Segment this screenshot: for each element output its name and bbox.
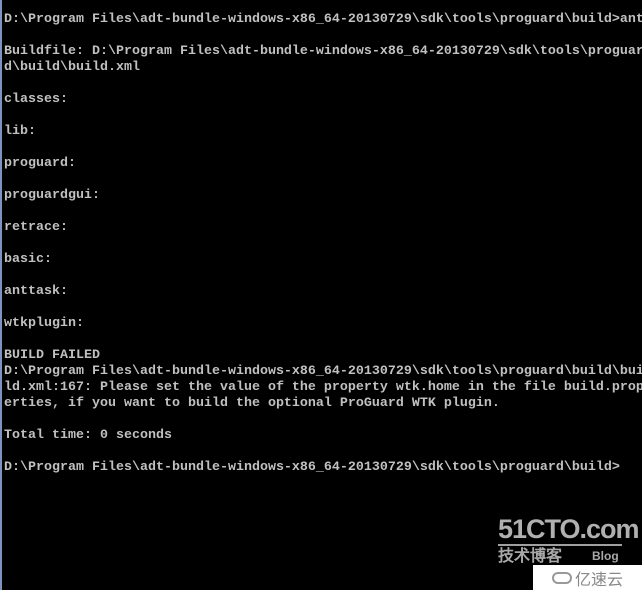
watermark-logo: 51CTO.com — [498, 514, 640, 544]
console-line: anttask: — [4, 284, 68, 299]
console-line: erties, if you want to build the optiona… — [4, 396, 500, 411]
watermark-51cto: 51CTO.com 技术博客 Blog — [498, 514, 640, 566]
console-line: lib: — [4, 124, 36, 139]
watermark-yisu-text: 亿速云 — [574, 569, 623, 589]
console-line: D:\Program Files\adt-bundle-windows-x86_… — [4, 364, 642, 379]
console-line: proguard: — [4, 156, 76, 171]
console-line: proguardgui: — [4, 188, 100, 203]
console-line: classes: — [4, 92, 68, 107]
console-line: D:\Program Files\adt-bundle-windows-x86_… — [4, 12, 642, 27]
cloud-icon — [551, 571, 572, 584]
watermark-blog: Blog — [592, 549, 619, 563]
console-line: Total time: 0 seconds — [4, 428, 172, 443]
watermark-yisu: 亿速云 — [533, 565, 642, 590]
console-line: D:\Program Files\adt-bundle-windows-x86_… — [4, 460, 620, 475]
console-line: BUILD FAILED — [4, 348, 100, 363]
console-line: Buildfile: D:\Program Files\adt-bundle-w… — [4, 44, 642, 59]
console-line: basic: — [4, 252, 52, 267]
console-window[interactable]: D:\Program Files\adt-bundle-windows-x86_… — [0, 0, 642, 590]
console-line: ld.xml:167: Please set the value of the … — [4, 380, 642, 395]
console-line: d\build\build.xml — [4, 60, 140, 75]
watermark-divider — [498, 544, 622, 546]
console-line: retrace: — [4, 220, 68, 235]
console-output: D:\Program Files\adt-bundle-windows-x86_… — [4, 12, 642, 476]
console-line: wtkplugin: — [4, 316, 84, 331]
